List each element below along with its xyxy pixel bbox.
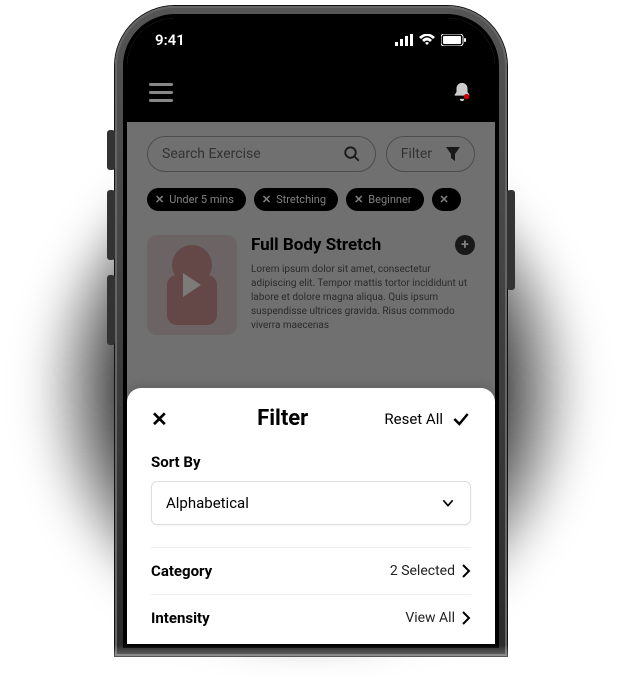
chevron-down-icon	[440, 495, 456, 511]
chevron-right-icon	[461, 611, 471, 625]
notification-icon[interactable]	[451, 81, 473, 103]
sort-value: Alphabetical	[166, 494, 249, 512]
row-value: 2 Selected	[390, 563, 455, 579]
chevron-right-icon	[461, 564, 471, 578]
row-label: Category	[151, 562, 212, 580]
check-icon	[451, 409, 471, 429]
reset-all-button[interactable]: Reset All	[384, 409, 471, 429]
category-row[interactable]: Category 2 Selected	[151, 547, 471, 594]
status-time: 9:41	[155, 31, 185, 49]
reset-label: Reset All	[384, 410, 443, 428]
app-screen: 9:41	[127, 18, 495, 644]
intensity-row[interactable]: Intensity View All	[151, 594, 471, 641]
app-header	[127, 62, 495, 122]
sort-select[interactable]: Alphabetical	[151, 481, 471, 525]
battery-icon	[441, 34, 467, 46]
sheet-title: Filter	[181, 406, 384, 431]
sort-by-label: Sort By	[151, 453, 471, 471]
signal-icon	[395, 34, 413, 46]
row-value: View All	[405, 610, 455, 626]
wifi-icon	[419, 34, 435, 46]
phone-frame: 9:41	[115, 6, 507, 656]
close-icon[interactable]: ✕	[151, 407, 181, 431]
row-label: Intensity	[151, 609, 210, 627]
filter-sheet: ✕ Filter Reset All Sort By Alphabetical	[127, 388, 495, 644]
status-bar: 9:41	[127, 18, 495, 62]
menu-icon[interactable]	[149, 83, 173, 102]
